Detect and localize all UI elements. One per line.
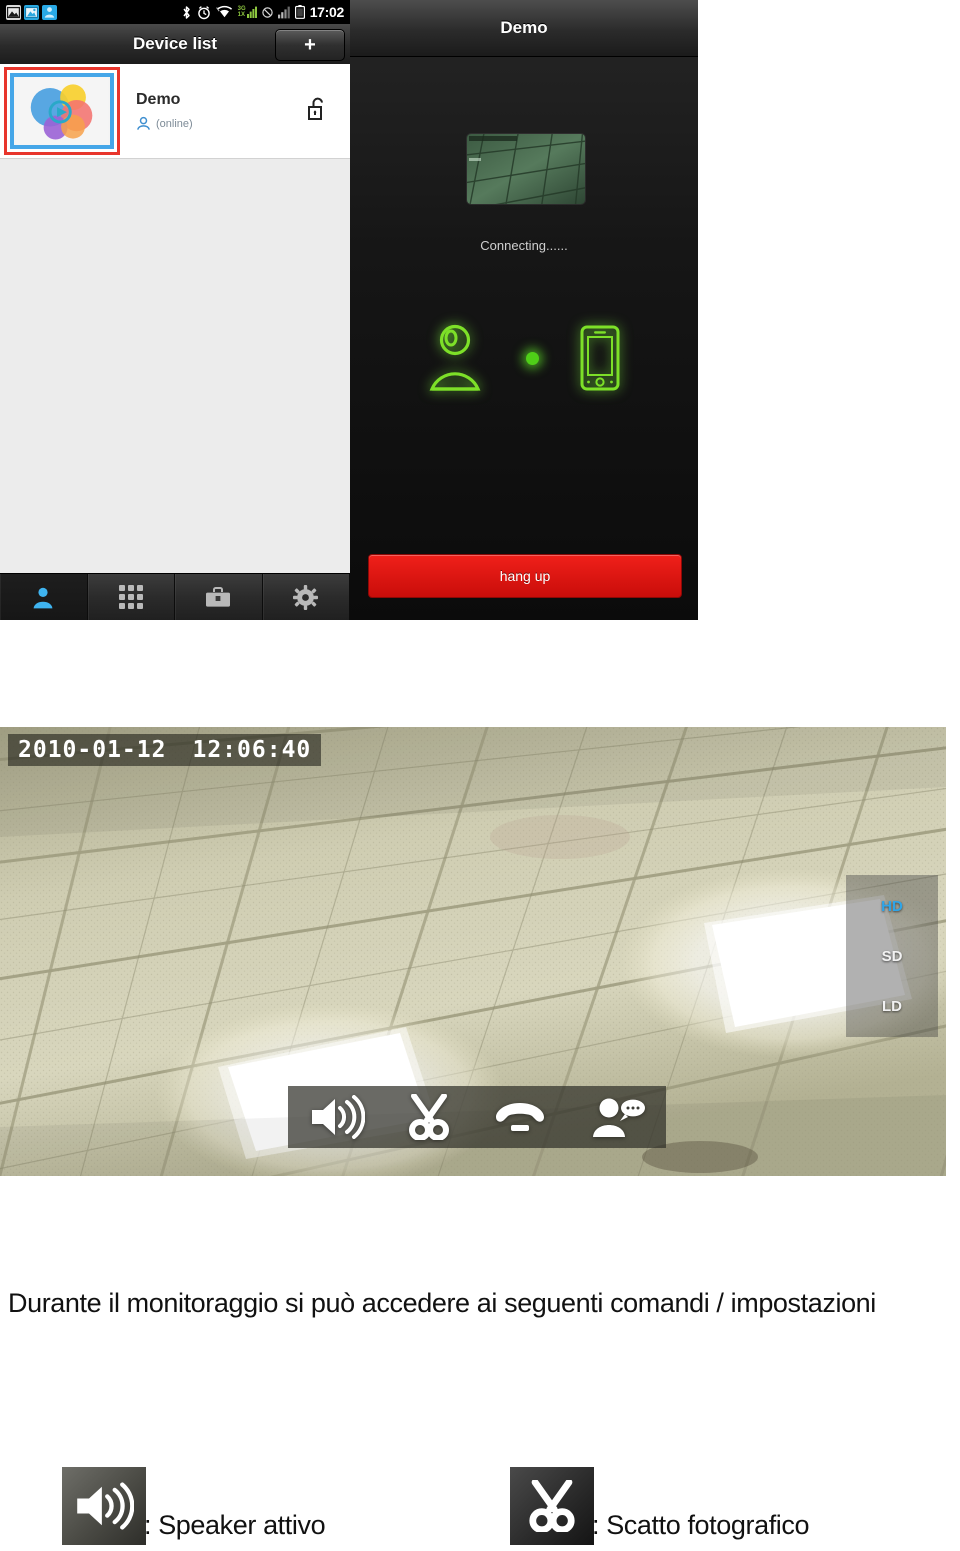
battery-icon [294,5,305,19]
legend-item-speaker: : Speaker attivo [62,1467,326,1545]
sidebar-item-settings[interactable] [262,574,350,620]
quality-option-sd[interactable]: SD [882,948,903,965]
grid-icon [118,585,143,609]
device-status-line: (online) [136,116,193,131]
camera-live-view[interactable]: 2010-01-12 12:06:40 HD SD LD [0,727,946,1176]
status-bar: 3G 1X 17:02 [0,0,350,24]
caption-text: Durante il monitoraggio si può accedere … [8,1288,876,1318]
unlocked-padlock-icon[interactable] [306,96,328,127]
device-list-app-bar: Device list + [0,24,350,65]
call-app-bar: Demo [350,0,698,57]
legend-item-snapshot: : Scatto fotografico [510,1467,810,1545]
mute-icon [261,6,273,18]
scissors-icon[interactable] [407,1094,451,1140]
page-title: Device list [132,34,218,53]
phone-screenshot-composite: 3G 1X 17:02 Device list + Demo (online) … [0,0,698,620]
list-item[interactable]: Demo (online) [0,64,350,159]
timestamp-time: 12:06:40 [192,737,312,763]
device-name: Demo [136,91,181,108]
network-type-bottom: 1X [237,12,246,18]
signal-icon [277,6,290,19]
video-preview-thumbnail[interactable] [467,134,585,204]
add-device-button[interactable]: + [275,29,345,61]
legend-label-snapshot: : Scatto fotografico [592,1510,810,1540]
gear-icon [293,584,319,610]
device-info: Demo (online) [136,91,193,131]
quality-selector[interactable]: HD SD LD [846,875,938,1037]
toolbox-icon [206,586,231,607]
camera-toolbar [288,1086,666,1148]
call-title: Demo [500,18,548,37]
data-3g-icon: 3G 1X [238,6,257,19]
timestamp-overlay: 2010-01-12 12:06:40 [8,734,322,766]
quality-option-hd[interactable]: HD [881,898,903,915]
talk-icon[interactable] [589,1095,645,1139]
status-bar-notification-icons [0,4,57,20]
sidebar-item-tools[interactable] [175,574,263,620]
device-thumbnail[interactable] [10,73,114,149]
device-list: Demo (online) [0,64,350,564]
bluetooth-icon [181,5,192,20]
speaker-icon[interactable] [309,1095,365,1139]
person-status-icon [137,116,150,130]
bottom-tab-bar [0,573,350,620]
person-icon [33,587,53,608]
gallery-icon [6,4,21,20]
phone-hangup-icon[interactable] [493,1097,547,1137]
device-selection-highlight [4,67,120,155]
legend-label-speaker: : Speaker attivo [144,1510,326,1540]
device-list-screen: 3G 1X 17:02 Device list + Demo (online) [0,0,350,620]
device-status: (online) [156,117,193,130]
status-bar-system-icons: 3G 1X 17:02 [181,4,350,20]
speaker-icon [62,1467,146,1545]
hang-up-button[interactable]: hang up [368,554,682,598]
alarm-icon [197,5,211,20]
call-graphic [350,308,698,408]
wifi-icon [215,5,233,19]
scissors-icon [510,1467,594,1545]
timestamp-date: 2010-01-12 [18,737,167,763]
connecting-status: Connecting...... [480,238,568,253]
quality-option-ld[interactable]: LD [882,998,902,1015]
person-icon [428,323,486,393]
smartphone-icon [579,325,621,391]
screenshot-icon [24,4,39,20]
sidebar-item-contacts[interactable] [0,574,88,620]
contact-icon [42,4,57,20]
sidebar-item-keypad[interactable] [87,574,175,620]
call-screen: Demo Connecting...... hang up [350,0,698,620]
status-bar-clock: 17:02 [309,4,345,20]
connection-dot [525,351,539,365]
